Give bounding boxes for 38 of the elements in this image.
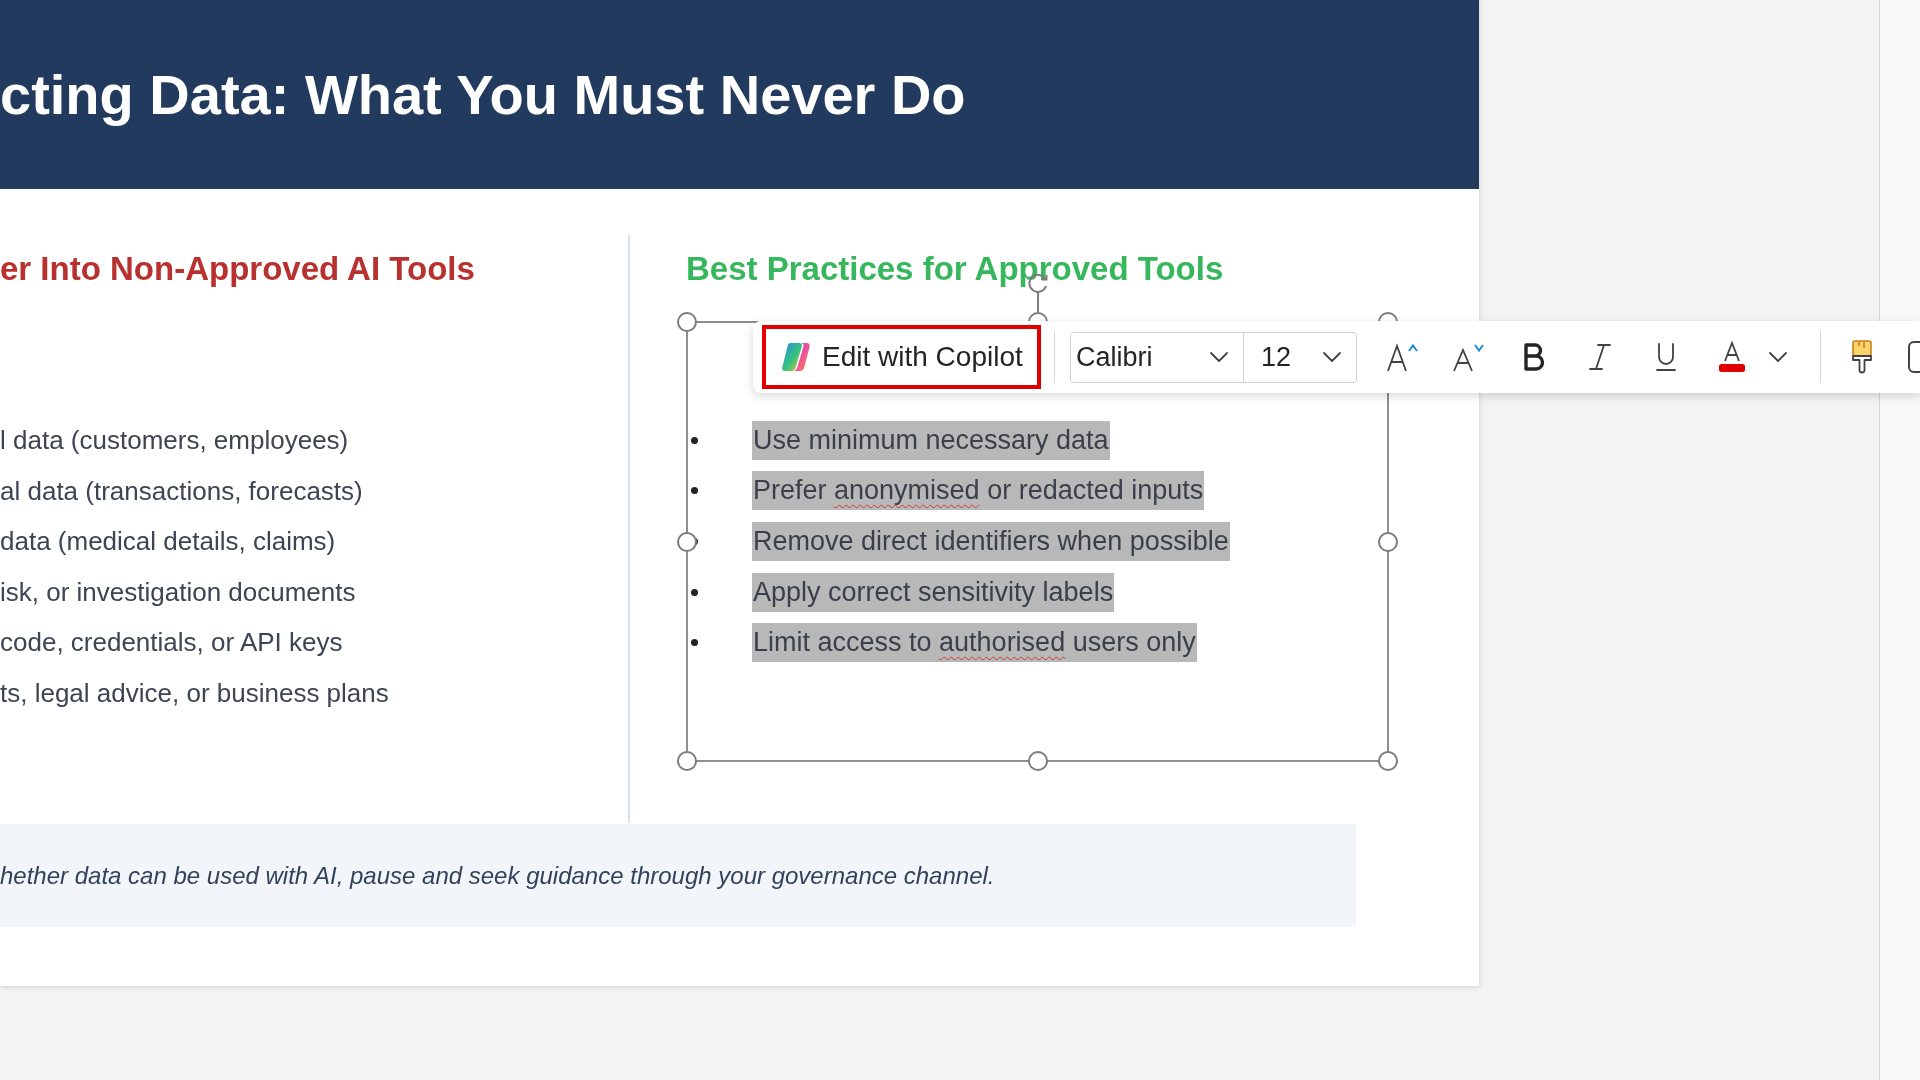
italic-icon <box>1588 343 1612 371</box>
edit-with-copilot-button[interactable]: Edit with Copilot <box>762 325 1041 389</box>
resize-handle[interactable] <box>677 531 697 552</box>
column-heading: Best Practices for Approved Tools <box>686 250 1224 288</box>
resize-handle[interactable] <box>677 751 697 771</box>
bullet-icon <box>691 436 698 444</box>
underline-icon <box>1655 342 1677 372</box>
font-name-dropdown[interactable]: Calibri <box>1071 332 1244 382</box>
list-item-text: Remove direct identifiers when possible <box>752 522 1230 561</box>
list-item-text: ts, legal advice, or business plans <box>0 676 389 710</box>
list-item-text: al data (transactions, forecasts) <box>0 474 363 508</box>
shrink-font-icon <box>1451 342 1485 372</box>
grow-font-icon <box>1385 342 1419 372</box>
resize-handle[interactable] <box>1027 751 1048 771</box>
resize-handle[interactable] <box>1378 751 1398 771</box>
list-item-text: l data (customers, employees) <box>0 424 349 457</box>
list-item-text: code, credentials, or API keys <box>0 626 343 660</box>
bullet-icon <box>691 588 698 596</box>
bold-icon <box>1523 343 1545 371</box>
list-item-text: Limit access to authorised users only <box>752 623 1197 663</box>
list-item-text: Use minimum necessary data <box>752 420 1110 460</box>
resize-handle[interactable] <box>677 312 697 332</box>
list-item-text: Apply correct sensitivity labels <box>752 572 1115 612</box>
chevron-down-icon <box>1209 351 1229 363</box>
chevron-down-icon <box>1322 351 1342 363</box>
slide-title: cting Data: What You Must Never Do <box>0 61 966 128</box>
list-item-text: data (medical details, claims) <box>0 525 336 559</box>
note-text: hether data can be used with AI, pause and seek guidance through your governance channel. <box>0 861 995 890</box>
chevron-down-icon <box>1768 351 1788 363</box>
font-color-icon <box>1718 341 1746 373</box>
paintbrush-icon <box>1850 340 1874 374</box>
bullet-icon <box>691 487 698 495</box>
swirl-icon <box>780 341 812 373</box>
bullet-icon <box>691 639 698 647</box>
resize-handle[interactable] <box>1378 531 1398 552</box>
list-item-text: Prefer anonymised or redacted inputs <box>752 471 1205 511</box>
list-item-text: isk, or investigation documents <box>0 575 356 609</box>
column-heading: er Into Non-Approved AI Tools <box>0 250 475 288</box>
